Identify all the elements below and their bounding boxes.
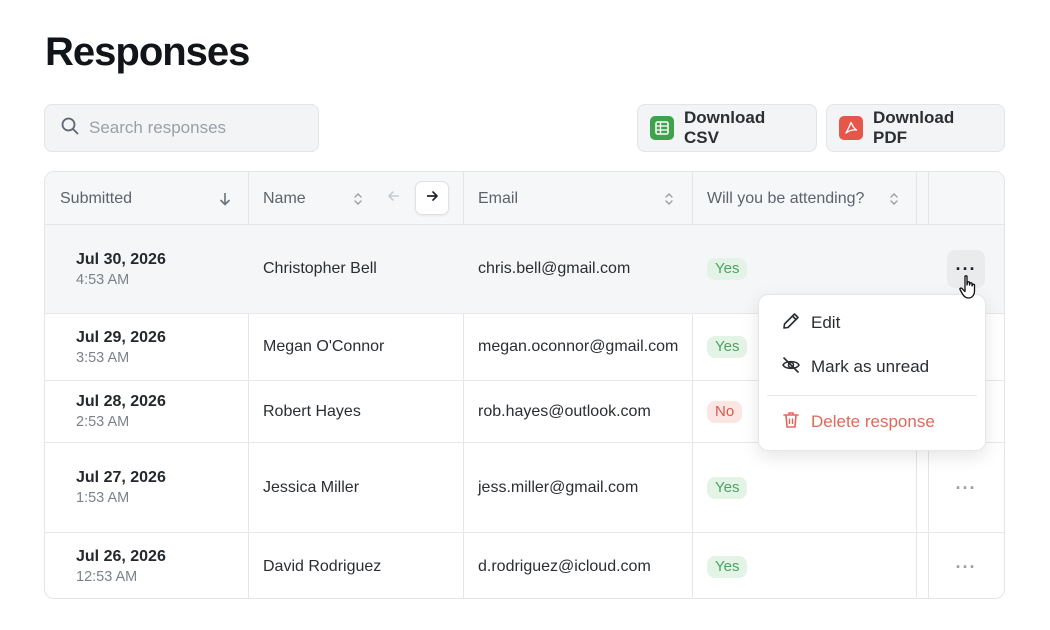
submitted-time: 3:53 AM (76, 349, 130, 366)
submitted-cell: Jul 27, 2026 1:53 AM (76, 443, 166, 532)
submitted-date: Jul 29, 2026 (76, 328, 166, 346)
submitted-cell: Jul 29, 2026 3:53 AM (76, 314, 166, 380)
submitted-date: Jul 30, 2026 (76, 250, 166, 268)
eye-off-icon (781, 355, 811, 380)
pencil-icon (781, 311, 811, 336)
spreadsheet-icon (650, 116, 674, 140)
submitted-cell: Jul 30, 2026 4:53 AM (76, 225, 166, 313)
submitted-time: 2:53 AM (76, 414, 130, 430)
search-box[interactable] (44, 104, 319, 152)
status-badge: Yes (707, 555, 748, 578)
submitted-date: Jul 27, 2026 (76, 469, 166, 486)
submitted-cell: Jul 26, 2026 12:53 AM (76, 533, 166, 598)
menu-item-mark-unread[interactable]: Mark as unread (759, 347, 985, 387)
attending-cell: Yes (707, 314, 748, 380)
email-cell: d.rodriguez@icloud.com (478, 557, 651, 575)
download-csv-button[interactable]: Download CSV (637, 104, 817, 152)
menu-item-label: Mark as unread (811, 357, 930, 376)
row-actions-menu: Edit Mark as unread Delete response (758, 294, 986, 451)
column-header-label: Will you be attending? (707, 189, 865, 207)
column-header-email[interactable]: Email (478, 172, 518, 225)
submitted-cell: Jul 28, 2026 2:53 AM (76, 381, 166, 442)
column-header-submitted[interactable]: Submitted (60, 172, 132, 225)
download-csv-label: Download CSV (684, 108, 766, 147)
more-horizontal-icon: ··· (955, 556, 977, 577)
scroll-left-button[interactable] (377, 181, 411, 215)
row-actions-button[interactable]: ··· (947, 469, 985, 507)
table-row[interactable]: Jul 27, 2026 1:53 AM Jessica Miller jess… (45, 443, 1004, 533)
scroll-right-button[interactable] (415, 181, 449, 215)
sort-toggle-icon[interactable] (663, 191, 675, 212)
table-row[interactable]: Jul 26, 2026 12:53 AM David Rodriguez d.… (45, 533, 1004, 598)
search-input[interactable] (89, 118, 289, 138)
column-header-label: Name (263, 189, 306, 207)
submitted-time: 12:53 AM (76, 569, 138, 585)
column-header-label: Email (478, 189, 519, 207)
email-cell: rob.hayes@outlook.com (478, 402, 651, 420)
sort-descending-icon[interactable] (218, 191, 232, 212)
attending-cell: Yes (707, 225, 748, 313)
more-horizontal-icon: ··· (955, 477, 977, 498)
email-cell: chris.bell@gmail.com (478, 260, 631, 277)
arrow-right-icon (425, 189, 439, 208)
menu-item-label: Edit (811, 313, 841, 332)
name-cell: Robert Hayes (263, 402, 361, 420)
search-icon (61, 117, 79, 140)
menu-item-delete[interactable]: Delete response (759, 402, 985, 442)
row-actions-button[interactable]: ··· (947, 548, 985, 586)
status-badge: Yes (707, 258, 748, 280)
arrow-left-icon (387, 189, 401, 208)
trash-icon (781, 410, 811, 435)
menu-item-label: Delete response (811, 412, 935, 431)
download-pdf-label: Download PDF (873, 108, 955, 147)
column-header-label: Submitted (60, 189, 133, 207)
pdf-icon (839, 116, 863, 140)
name-cell: Jessica Miller (263, 478, 360, 496)
submitted-date: Jul 28, 2026 (76, 393, 166, 410)
name-cell: Christopher Bell (263, 260, 377, 277)
email-cell: megan.oconnor@gmail.com (478, 338, 679, 355)
menu-divider (767, 395, 977, 396)
email-cell: jess.miller@gmail.com (478, 478, 639, 496)
submitted-time: 1:53 AM (76, 490, 130, 506)
status-badge: Yes (707, 336, 748, 358)
column-header-attending[interactable]: Will you be attending? (707, 172, 864, 225)
download-pdf-button[interactable]: Download PDF (826, 104, 1005, 152)
name-cell: Megan O'Connor (263, 338, 385, 355)
attending-cell: Yes (707, 443, 748, 532)
submitted-date: Jul 26, 2026 (76, 548, 166, 565)
status-badge: No (707, 400, 743, 423)
sort-toggle-icon[interactable] (352, 191, 364, 212)
page-title: Responses (45, 30, 250, 74)
submitted-time: 4:53 AM (76, 271, 130, 288)
attending-cell: Yes (707, 533, 748, 598)
status-badge: Yes (707, 476, 748, 499)
menu-item-edit[interactable]: Edit (759, 303, 985, 343)
column-header-name[interactable]: Name (263, 172, 306, 225)
hand-cursor-icon (958, 274, 980, 305)
sort-toggle-icon[interactable] (888, 191, 900, 212)
name-cell: David Rodriguez (263, 557, 382, 575)
attending-cell: No (707, 381, 743, 442)
